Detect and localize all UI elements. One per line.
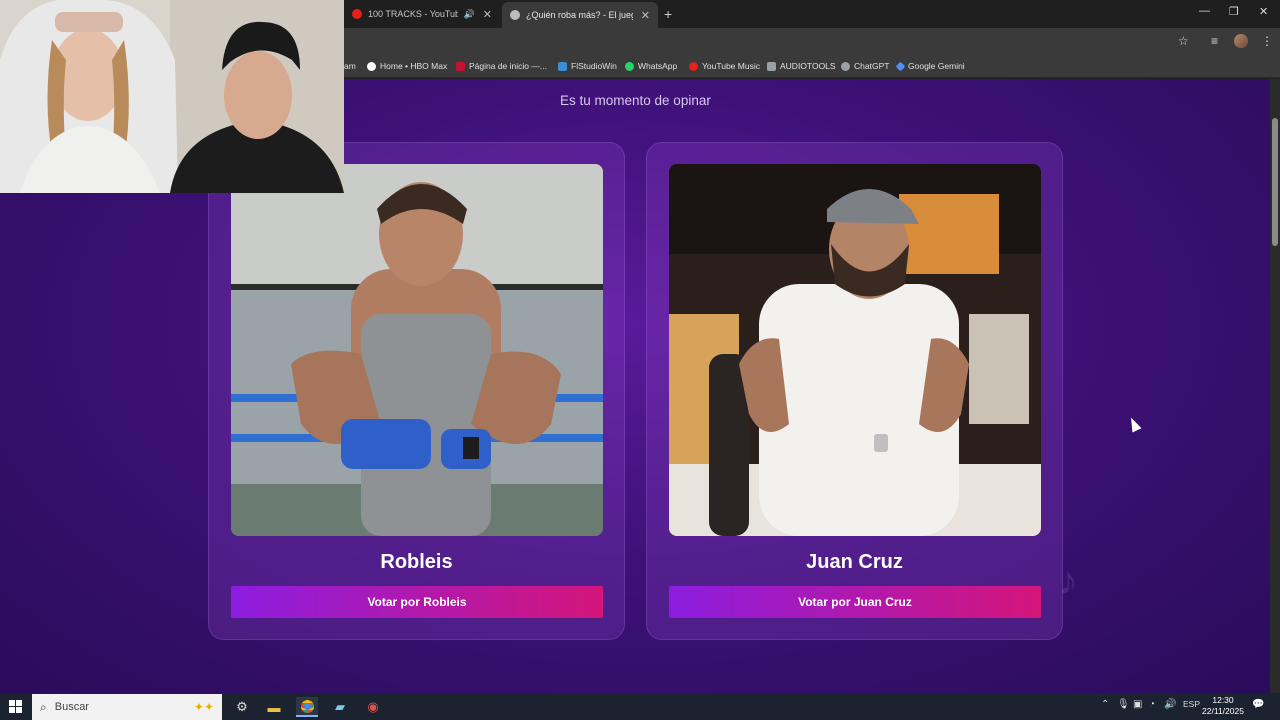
close-icon[interactable]: ✕ (483, 8, 492, 21)
notepad-icon[interactable]: ▰ (329, 697, 351, 717)
youtube-music-icon (352, 9, 362, 19)
windows-start-icon[interactable] (9, 700, 22, 713)
restaurant-photo-illustration (669, 164, 1041, 536)
close-window-icon[interactable]: ✕ (1259, 5, 1268, 18)
chevron-up-icon[interactable]: ⌃ (1101, 699, 1109, 710)
candidate-name: Juan Cruz (806, 551, 903, 573)
page-headline: Es tu momento de opinar (560, 93, 711, 108)
hbo-icon (367, 61, 376, 71)
speaker-icon[interactable]: 🔊 (464, 9, 475, 20)
bookmark-item[interactable]: ChatGPT (841, 61, 889, 71)
candidate-card-robleis: Robleis Votar por Robleis (208, 142, 625, 640)
profile-avatar[interactable] (1234, 34, 1248, 48)
webcam-video-illustration (0, 0, 344, 193)
tiktok-watermark-icon: ♪ (1058, 559, 1078, 603)
audiotools-icon (767, 61, 776, 71)
boxer-photo-illustration (231, 164, 603, 536)
gemini-icon (895, 61, 906, 71)
search-placeholder: Buscar (54, 701, 89, 713)
whatsapp-icon (625, 61, 634, 71)
tab-quien-roba-mas[interactable]: ¿Quién roba más? - El juego qu ✕ (502, 2, 658, 28)
bookmark-item[interactable]: WhatsApp (625, 61, 677, 71)
webcam-overlay (0, 0, 344, 193)
microphone-icon[interactable]: 🎙 (1117, 699, 1130, 710)
bookmark-item[interactable]: Google Gemini (895, 61, 965, 71)
chrome-icon[interactable] (296, 697, 318, 717)
tab-title: ¿Quién roba más? - El juego qu (526, 10, 633, 20)
flstudio-icon (558, 61, 567, 71)
taskbar-clock[interactable]: 12:30 22/11/2025 (1202, 695, 1244, 717)
taskbar-search-box[interactable]: ⌕ Buscar ✦✦ (32, 694, 222, 720)
tab-title: 100 TRACKS - YouTube Mu (368, 9, 458, 19)
scrollbar-thumb[interactable] (1272, 118, 1278, 246)
minimize-icon[interactable]: — (1199, 5, 1210, 17)
windows-taskbar: ⌕ Buscar ✦✦ ⚙ ▬ ▰ ◉ ⌃ 🎙 ▣ ◔ 🔊 ESP 12:30 … (0, 693, 1280, 720)
youtube-music-icon (689, 61, 698, 71)
bookmark-item[interactable]: am (344, 61, 356, 71)
bookmark-item[interactable]: FlStudioWin (558, 61, 617, 71)
clock-time: 12:30 (1212, 695, 1234, 705)
candidate-photo (231, 164, 603, 536)
bookmark-item[interactable]: Página de inicio —... (456, 61, 547, 71)
bookmark-item[interactable]: AUDIOTOOLS (767, 61, 836, 71)
candidate-photo (669, 164, 1041, 536)
search-icon: ⌕ (40, 699, 47, 714)
menu-icon[interactable]: ⋮ (1261, 34, 1273, 48)
bookmark-item[interactable]: YouTube Music (689, 61, 760, 71)
language-indicator[interactable]: ESP (1183, 699, 1200, 709)
restore-icon[interactable]: ❐ (1229, 5, 1239, 18)
site-icon (510, 10, 520, 20)
clock-date: 22/11/2025 (1202, 706, 1244, 716)
new-tab-button[interactable]: + (664, 6, 672, 22)
network-icon[interactable]: ◔ (1149, 699, 1155, 710)
tab-youtube-music[interactable]: 100 TRACKS - YouTube Mu 🔊 ✕ (344, 2, 500, 26)
device-icon[interactable]: ▣ (1133, 699, 1142, 710)
file-explorer-icon[interactable]: ▬ (263, 697, 285, 717)
mouse-cursor-icon (1126, 415, 1142, 433)
media-control-icon[interactable]: ≡ (1211, 34, 1218, 48)
copilot-sparkle-icon: ✦✦ (193, 700, 214, 714)
volume-icon[interactable]: 🔊 (1164, 699, 1176, 710)
bookmark-star-icon[interactable]: ☆ (1178, 34, 1189, 48)
chatgpt-icon (841, 61, 850, 71)
bookmark-item[interactable]: Home • HBO Max (367, 61, 447, 71)
settings-gear-icon[interactable]: ⚙ (231, 697, 253, 717)
recording-app-icon[interactable]: ◉ (362, 697, 384, 717)
candidate-name: Robleis (380, 551, 453, 573)
candidate-card-juan-cruz: Juan Cruz Votar por Juan Cruz (646, 142, 1063, 640)
close-icon[interactable]: ✕ (641, 9, 650, 22)
vote-robleis-button[interactable]: Votar por Robleis (231, 586, 603, 618)
vote-juan-cruz-button[interactable]: Votar por Juan Cruz (669, 586, 1041, 618)
notifications-icon[interactable]: 💬 (1252, 699, 1264, 710)
bookmark-page-icon (456, 61, 465, 71)
